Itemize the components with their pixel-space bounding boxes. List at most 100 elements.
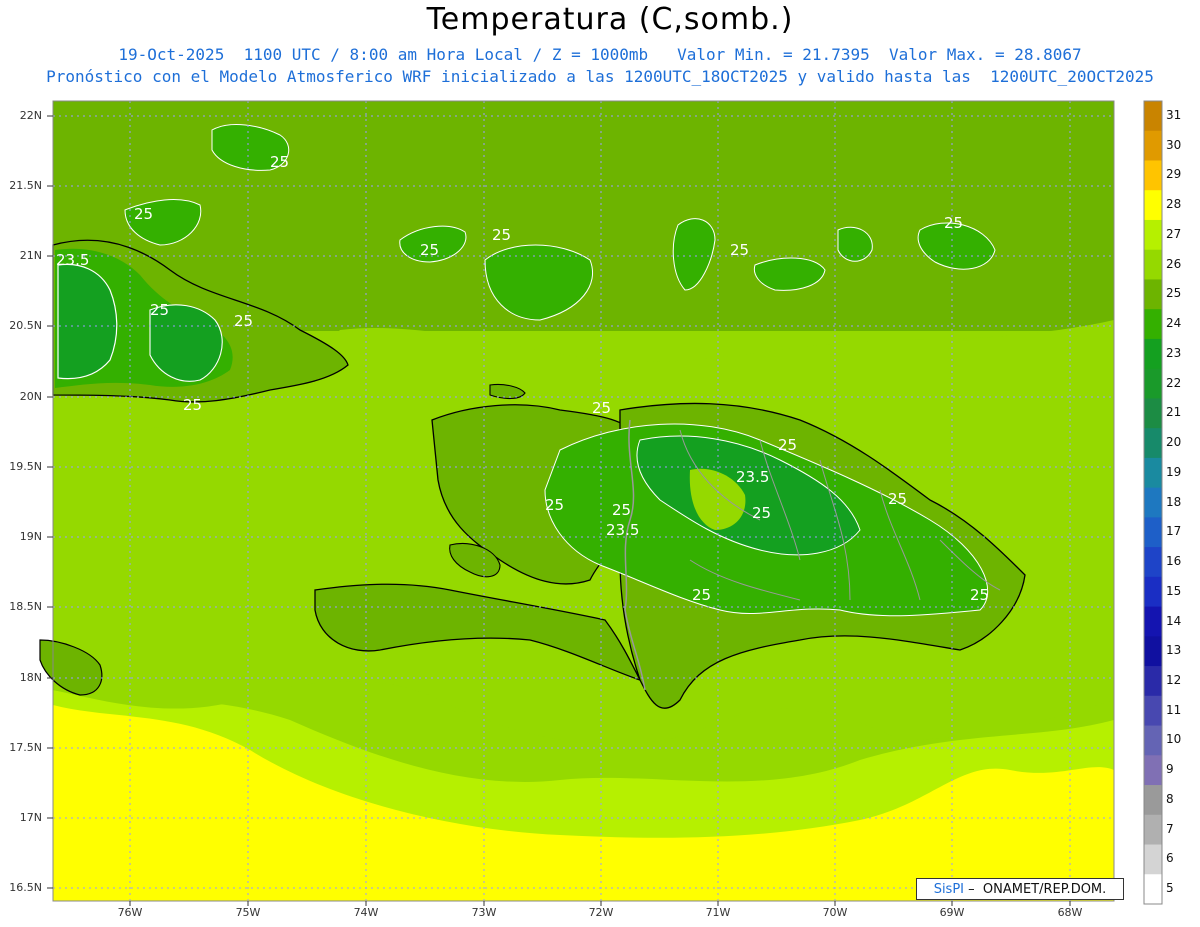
colorbar-swatch	[1144, 101, 1162, 132]
lon-tick-label: 75W	[235, 906, 261, 919]
colorbar-label: 19	[1166, 464, 1182, 479]
colorbar-label: 25	[1166, 286, 1182, 301]
contour-label: 25	[270, 153, 289, 171]
colorbar-label: 10	[1166, 732, 1182, 747]
lat-tick-label: 19N	[19, 530, 42, 543]
contour-label: 25	[970, 586, 989, 604]
contour-label: 25	[545, 496, 564, 514]
colorbar-label: 14	[1166, 613, 1182, 628]
contour-label: 25	[752, 504, 771, 522]
contour-label: 25	[492, 226, 511, 244]
lat-tick-label: 21N	[19, 249, 42, 262]
colorbar-swatch	[1144, 309, 1162, 340]
sispi-logo: SisPI	[933, 881, 964, 897]
lon-tick-label: 71W	[705, 906, 731, 919]
lon-tick-label: 68W	[1057, 906, 1083, 919]
colorbar-label: 5	[1166, 881, 1174, 896]
colorbar-swatch	[1144, 338, 1162, 370]
colorbar-swatch	[1144, 606, 1162, 637]
contour-label: 25	[730, 241, 749, 259]
colorbar-swatch	[1144, 874, 1162, 905]
lat-tick-label: 18.5N	[9, 600, 42, 613]
contour-label: 25	[420, 241, 439, 259]
colorbar-swatch	[1144, 547, 1162, 578]
colorbar-swatch	[1144, 666, 1162, 697]
credit-text: – ONAMET/REP.DOM.	[964, 881, 1107, 897]
colorbar-label: 23	[1166, 345, 1182, 360]
contour-label: 25	[692, 586, 711, 604]
colorbar-swatch	[1144, 636, 1162, 667]
lat-tick-label: 20.5N	[9, 319, 42, 332]
contour-label: 25	[183, 396, 202, 414]
contour-label: 25	[640, 286, 659, 304]
colorbar-label: 24	[1166, 316, 1182, 331]
colorbar-label: 7	[1166, 821, 1174, 836]
colorbar-swatch	[1144, 755, 1162, 786]
lat-tick-label: 17N	[19, 811, 42, 824]
contour-label: 23.5	[56, 251, 89, 269]
colorbar-swatch	[1144, 279, 1162, 310]
colorbar-label: 20	[1166, 435, 1182, 449]
colorbar-swatch	[1144, 219, 1162, 251]
contour-label: 23.5	[606, 521, 639, 539]
colorbar-label: 11	[1166, 702, 1182, 717]
temperature-map: 25 25 23.5 25 25 25 25 25 25 25 25 25 23…	[39, 100, 1163, 906]
lat-tick-label: 21.5N	[9, 179, 42, 192]
lon-tick-label: 69W	[939, 906, 965, 919]
contour-label: 25	[778, 436, 797, 454]
colorbar-swatch	[1144, 160, 1162, 191]
contour-label: 25	[134, 205, 153, 223]
lat-tick-label: 17.5N	[9, 741, 42, 754]
colorbar-swatch	[1144, 576, 1162, 608]
colorbar-swatch	[1144, 487, 1162, 518]
colorbar-label: 18	[1166, 494, 1182, 509]
colorbar-swatch	[1144, 190, 1162, 221]
contour-label: 25	[150, 301, 169, 319]
colorbar-label: 16	[1166, 554, 1182, 568]
colorbar-label: 13	[1166, 643, 1182, 658]
contour-label: 25	[234, 312, 253, 330]
lat-tick-label: 20N	[19, 390, 42, 403]
colorbar-swatch	[1144, 814, 1162, 846]
lon-tick-label: 76W	[117, 906, 143, 919]
colorbar-swatch	[1144, 130, 1162, 161]
colorbar-label: 12	[1166, 672, 1182, 687]
colorbar-swatch	[1144, 517, 1162, 548]
colorbar-swatch	[1144, 368, 1162, 399]
colorbar-swatch	[1144, 785, 1162, 816]
colorbar-label: 27	[1166, 226, 1182, 241]
colorbar	[1143, 100, 1163, 905]
colorbar-label: 15	[1166, 583, 1182, 598]
contour-label: 25	[888, 490, 907, 508]
colorbar-swatch	[1144, 725, 1162, 756]
colorbar-label: 31	[1166, 107, 1182, 122]
lon-tick-label: 73W	[471, 906, 497, 919]
colorbar-swatch	[1144, 695, 1162, 727]
lat-tick-label: 16.5N	[9, 881, 42, 894]
colorbar-swatch	[1144, 457, 1162, 489]
contour-label: 23.5	[736, 468, 769, 486]
lon-tick-label: 74W	[353, 906, 379, 919]
colorbar-label: 9	[1166, 762, 1174, 777]
contour-label: 25	[944, 214, 963, 232]
colorbar-swatch	[1144, 428, 1162, 459]
credit-box: SisPI – ONAMET/REP.DOM.	[916, 878, 1124, 900]
colorbar-label: 8	[1166, 791, 1174, 806]
lon-tick-label: 70W	[822, 906, 848, 919]
colorbar-label: 6	[1166, 851, 1174, 866]
lon-tick-label: 72W	[588, 906, 614, 919]
colorbar-label: 26	[1166, 256, 1182, 271]
lat-tick-label: 22N	[19, 109, 42, 122]
colorbar-label: 17	[1166, 524, 1182, 539]
contour-label: 25	[592, 399, 611, 417]
colorbar-swatch	[1144, 398, 1162, 429]
colorbar-label: 21	[1166, 405, 1182, 420]
lat-tick-label: 18N	[19, 671, 42, 684]
colorbar-label: 22	[1166, 375, 1182, 390]
lat-tick-label: 19.5N	[9, 460, 42, 473]
colorbar-swatch	[1144, 249, 1162, 280]
contour-label: 25	[612, 501, 631, 519]
colorbar-label: 30	[1166, 137, 1182, 152]
colorbar-swatch	[1144, 844, 1162, 875]
colorbar-label: 29	[1166, 167, 1182, 182]
